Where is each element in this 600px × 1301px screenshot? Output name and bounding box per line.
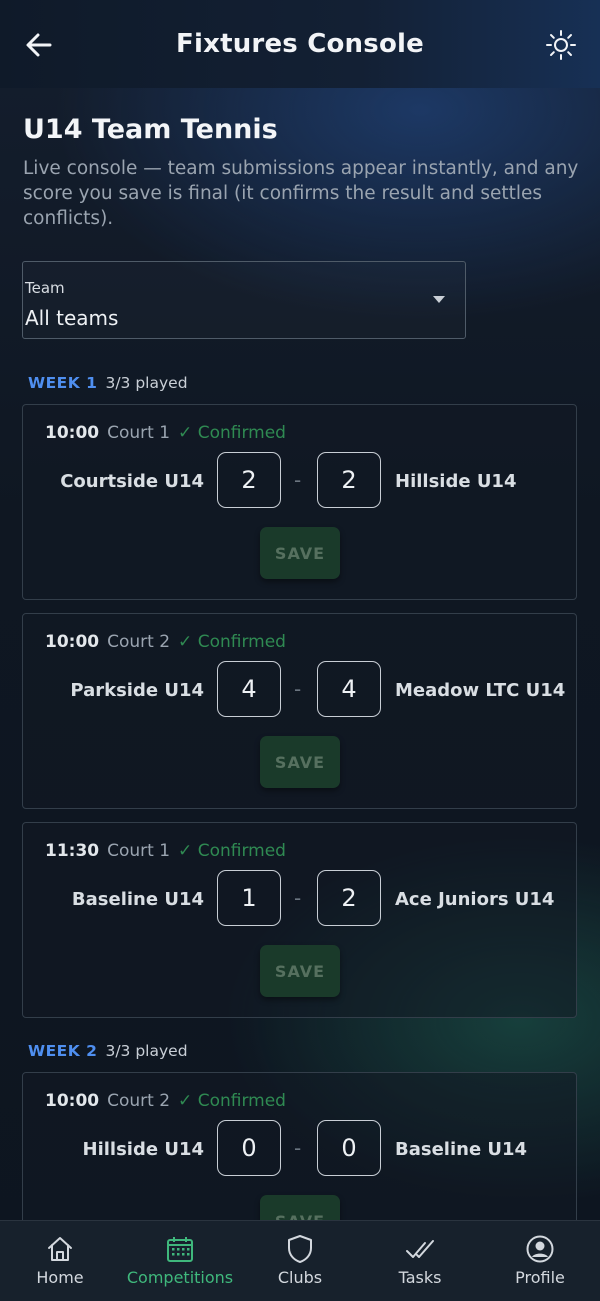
away-score-input[interactable]: 2 <box>317 870 381 926</box>
away-score-input[interactable]: 2 <box>317 452 381 508</box>
match-card: 10:00 Court 1 ✓ Confirmed Courtside U14 2 … <box>22 404 577 600</box>
team-filter-label: Team <box>25 279 65 297</box>
nav-item-competitions[interactable]: Competitions <box>120 1221 240 1301</box>
nav-item-tasks[interactable]: Tasks <box>360 1221 480 1301</box>
week-label: WEEK 2 <box>28 1042 98 1060</box>
save-button[interactable]: SAVE <box>260 736 340 788</box>
save-button[interactable]: SAVE <box>260 945 340 997</box>
match-meta: 11:30 Court 1 ✓ Confirmed <box>45 841 286 861</box>
nav-item-label: Tasks <box>398 1268 442 1287</box>
sun-icon[interactable] <box>544 28 578 62</box>
week-label: WEEK 1 <box>28 374 98 392</box>
match-time: 10:00 <box>45 1091 100 1111</box>
match-status: ✓ Confirmed <box>178 632 286 652</box>
team-filter-select[interactable]: Team All teams <box>22 261 466 339</box>
user-circle-icon <box>526 1235 554 1263</box>
week-played-count: 3/3 played <box>105 374 188 392</box>
home-team-name: Parkside U14 <box>70 680 204 701</box>
score-separator: - <box>294 677 302 701</box>
match-status: ✓ Confirmed <box>178 841 286 861</box>
nav-item-clubs[interactable]: Clubs <box>240 1221 360 1301</box>
nav-item-label: Profile <box>515 1268 565 1287</box>
nav-item-label: Competitions <box>126 1268 234 1287</box>
bottom-navigation: Home Competitions Clubs Tasks Profile <box>0 1220 600 1301</box>
page-subtitle: Live console — team submissions appear i… <box>23 158 579 229</box>
match-court: Court 2 <box>107 632 171 652</box>
nav-item-home[interactable]: Home <box>0 1221 120 1301</box>
away-team-name: Ace Juniors U14 <box>395 889 555 910</box>
nav-item-profile[interactable]: Profile <box>480 1221 600 1301</box>
away-team-name: Meadow LTC U14 <box>395 680 566 701</box>
week-header: WEEK 1 3/3 played <box>28 374 188 392</box>
nav-item-label: Clubs <box>277 1268 323 1287</box>
match-meta: 10:00 Court 1 ✓ Confirmed <box>45 423 286 443</box>
match-court: Court 1 <box>107 841 171 861</box>
page-title: U14 Team Tennis <box>23 114 278 145</box>
score-separator: - <box>294 468 302 492</box>
app-bar: Fixtures Console <box>0 0 600 88</box>
app-title: Fixtures Console <box>176 29 424 59</box>
score-separator: - <box>294 1136 302 1160</box>
away-score-input[interactable]: 4 <box>317 661 381 717</box>
match-card: 11:30 Court 1 ✓ Confirmed Baseline U14 1 -… <box>22 822 577 1018</box>
match-court: Court 1 <box>107 423 171 443</box>
home-score-input[interactable]: 0 <box>217 1120 281 1176</box>
match-court: Court 2 <box>107 1091 171 1111</box>
nav-item-label: Home <box>36 1268 84 1287</box>
shield-icon <box>288 1235 312 1263</box>
match-time: 11:30 <box>45 841 100 861</box>
home-team-name: Courtside U14 <box>60 471 204 492</box>
match-time: 10:00 <box>45 423 100 443</box>
team-filter-value: All teams <box>25 306 119 330</box>
home-score-input[interactable]: 1 <box>217 870 281 926</box>
match-status: ✓ Confirmed <box>178 423 286 443</box>
caret-down-icon <box>433 296 445 303</box>
calendar-icon <box>167 1237 193 1262</box>
away-score-input[interactable]: 0 <box>317 1120 381 1176</box>
match-meta: 10:00 Court 2 ✓ Confirmed <box>45 632 286 652</box>
home-team-name: Hillside U14 <box>82 1139 204 1160</box>
away-team-name: Baseline U14 <box>395 1139 528 1160</box>
double-check-icon <box>406 1240 434 1258</box>
score-separator: - <box>294 886 302 910</box>
match-time: 10:00 <box>45 632 100 652</box>
away-team-name: Hillside U14 <box>395 471 517 492</box>
save-button[interactable]: SAVE <box>260 527 340 579</box>
match-card: 10:00 Court 2 ✓ Confirmed Parkside U14 4 -… <box>22 613 577 809</box>
arrow-left-icon[interactable] <box>22 28 56 62</box>
home-score-input[interactable]: 4 <box>217 661 281 717</box>
home-score-input[interactable]: 2 <box>217 452 281 508</box>
home-icon <box>48 1237 72 1261</box>
week-played-count: 3/3 played <box>105 1042 188 1060</box>
match-status: ✓ Confirmed <box>178 1091 286 1111</box>
match-meta: 10:00 Court 2 ✓ Confirmed <box>45 1091 286 1111</box>
week-header: WEEK 2 3/3 played <box>28 1042 188 1060</box>
home-team-name: Baseline U14 <box>71 889 204 910</box>
